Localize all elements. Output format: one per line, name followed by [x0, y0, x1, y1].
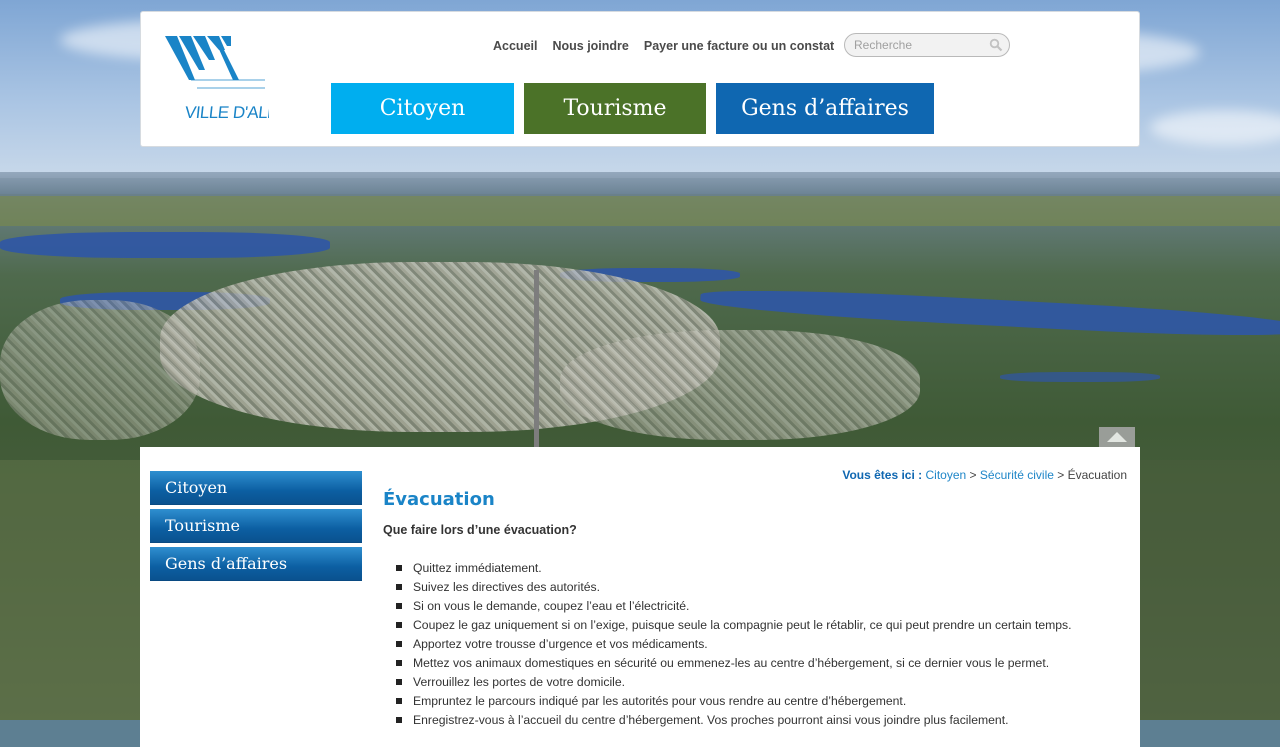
back-to-top-button[interactable] — [1099, 427, 1135, 447]
breadcrumb-link-securite-civile[interactable]: Sécurité civile — [980, 468, 1054, 482]
utility-nav: Accueil Nous joindre Payer une facture o… — [493, 39, 834, 53]
sidebar-item-gens-affaires[interactable]: Gens d’affaires — [150, 547, 362, 581]
sidebar-item-citoyen[interactable]: Citoyen — [150, 471, 362, 505]
list-item: Si on vous le demande, coupez l’eau et l… — [383, 598, 1072, 617]
list-item: Suivez les directives des autorités. — [383, 579, 1072, 598]
util-link-accueil[interactable]: Accueil — [493, 39, 537, 53]
sidebar-nav: Citoyen Tourisme Gens d’affaires — [150, 471, 362, 585]
list-item: Enregistrez-vous à l’accueil du centre d… — [383, 712, 1072, 731]
site-header: VILLE D'ALMA Accueil Nous joindre Payer … — [140, 11, 1140, 147]
evacuation-steps-list: Quittez immédiatement. Suivez les direct… — [383, 560, 1072, 731]
list-item: Coupez le gaz uniquement si on l’exige, … — [383, 617, 1072, 636]
search-box — [844, 33, 1010, 57]
page-title: Évacuation — [383, 489, 495, 510]
triangle-up-icon — [1107, 432, 1127, 442]
main-nav-gens-affaires[interactable]: Gens d’affaires — [716, 83, 934, 134]
list-item: Apportez votre trousse d’urgence et vos … — [383, 636, 1072, 655]
sidebar-item-tourisme[interactable]: Tourisme — [150, 509, 362, 543]
util-link-nous-joindre[interactable]: Nous joindre — [552, 39, 628, 53]
breadcrumb-lead: Vous êtes ici : — [842, 468, 923, 482]
intro-question: Que faire lors d’une évacuation? — [383, 523, 577, 537]
util-link-payer-facture[interactable]: Payer une facture ou un constat — [644, 39, 834, 53]
search-input[interactable] — [854, 37, 982, 53]
content-panel: Citoyen Tourisme Gens d’affaires Vous êt… — [140, 447, 1140, 747]
list-item: Mettez vos animaux domestiques en sécuri… — [383, 655, 1072, 674]
main-nav-citoyen[interactable]: Citoyen — [331, 83, 514, 134]
logo-wordmark: VILLE D'ALMA — [184, 103, 269, 122]
breadcrumb-separator: > — [969, 468, 977, 482]
breadcrumb-current: Évacuation — [1067, 468, 1127, 482]
breadcrumb-link-citoyen[interactable]: Citoyen — [926, 468, 967, 482]
list-item: Quittez immédiatement. — [383, 560, 1072, 579]
list-item: Verrouillez les portes de votre domicile… — [383, 674, 1072, 693]
ville-dalma-logo[interactable]: VILLE D'ALMA — [165, 36, 269, 122]
list-item: Empruntez le parcours indiqué par les au… — [383, 693, 1072, 712]
main-nav: Citoyen Tourisme Gens d’affaires — [331, 83, 934, 134]
main-nav-tourisme[interactable]: Tourisme — [524, 83, 706, 134]
breadcrumb-separator: > — [1057, 468, 1065, 482]
search-icon[interactable] — [989, 38, 1003, 52]
breadcrumb: Vous êtes ici : Citoyen > Sécurité civil… — [842, 468, 1127, 482]
